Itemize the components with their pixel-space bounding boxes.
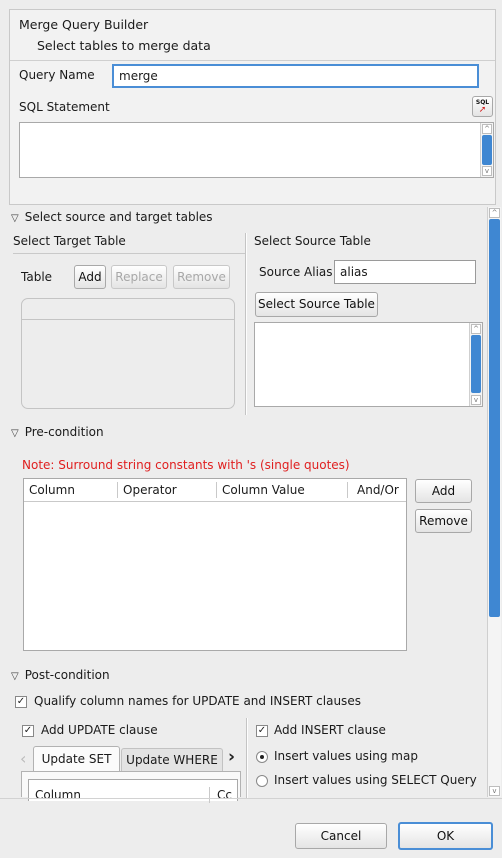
sql-textarea-scrollbar[interactable]: ^ v	[480, 123, 493, 177]
target-table-list	[21, 298, 235, 409]
precondition-remove-button[interactable]: Remove	[415, 509, 472, 533]
sql-arrow-icon: ➚	[478, 105, 487, 115]
insert-select-label: Insert values using SELECT Query	[274, 773, 477, 787]
tab-scroll-right-icon[interactable]: ›	[228, 747, 235, 767]
dialog-subtitle: Select tables to merge data	[37, 38, 211, 53]
source-scroll-thumb[interactable]	[471, 335, 481, 393]
scroll-up-icon[interactable]: ^	[482, 124, 492, 134]
precondition-table[interactable]: Column Operator Column Value And/Or	[23, 478, 407, 651]
target-replace-button[interactable]: Replace	[111, 265, 167, 289]
radio-dot	[260, 755, 264, 759]
precondition-title: Pre-condition	[24, 425, 104, 439]
header-divider	[10, 60, 495, 61]
target-add-button[interactable]: Add	[74, 265, 106, 289]
tab-update-where[interactable]: Update WHERE	[121, 748, 223, 772]
sql-statement-textarea[interactable]	[19, 122, 494, 178]
table-label: Table	[21, 270, 53, 284]
update-set-panel: Column Cc	[21, 771, 241, 803]
main-scroll-down-icon[interactable]: v	[489, 786, 500, 796]
column-separator	[117, 482, 118, 498]
target-table-label: Select Target Table	[13, 234, 126, 248]
main-scroll-up-icon[interactable]: ^	[489, 208, 500, 218]
column-separator	[209, 787, 210, 803]
insert-map-radio[interactable]	[256, 751, 268, 763]
sql-statement-label: SQL Statement	[19, 100, 110, 114]
expand-triangle-icon: ▽	[11, 428, 19, 439]
scroll-thumb[interactable]	[482, 135, 492, 165]
tab-update-where-label: Update WHERE	[126, 753, 218, 767]
tab-scroll-left-icon[interactable]: ‹	[20, 749, 26, 768]
target-table-divider	[13, 253, 245, 254]
source-table-list[interactable]	[254, 322, 483, 407]
source-list-scrollbar[interactable]: ^ v	[469, 323, 482, 406]
post-vertical-separator	[246, 718, 248, 798]
precondition-note: Note: Surround string constants with 's …	[22, 458, 350, 472]
postcondition-title: Post-condition	[24, 668, 110, 682]
query-name-input[interactable]: merge	[112, 64, 479, 88]
insert-map-label: Insert values using map	[274, 749, 418, 763]
source-table-label: Select Source Table	[254, 234, 371, 248]
operator-header: Operator	[123, 483, 177, 497]
precondition-header[interactable]: ▽ Pre-condition	[11, 425, 104, 439]
column-header: Column	[29, 483, 75, 497]
footer-divider	[0, 798, 502, 799]
main-scrollbar[interactable]: ^ v	[487, 207, 501, 797]
column-separator	[216, 482, 217, 498]
source-scroll-up-icon[interactable]: ^	[471, 324, 481, 334]
insert-select-radio[interactable]	[256, 775, 268, 787]
insert-clause-checkbox[interactable]: ✓	[256, 725, 268, 737]
source-scroll-down-icon[interactable]: v	[471, 395, 481, 405]
qualify-checkbox[interactable]: ✓	[15, 696, 27, 708]
main-scroll-thumb[interactable]	[489, 219, 500, 617]
tables-vertical-separator	[245, 233, 247, 415]
and-or-header: And/Or	[357, 483, 399, 497]
update-column-header-2: Cc	[217, 788, 232, 802]
tab-update-set[interactable]: Update SET	[33, 746, 120, 772]
column-value-header: Column Value	[222, 483, 305, 497]
cancel-button[interactable]: Cancel	[295, 823, 387, 849]
query-name-label: Query Name	[19, 68, 95, 82]
ok-button[interactable]: OK	[398, 822, 493, 850]
sql-edit-button[interactable]: SQL ➚	[472, 96, 493, 117]
insert-clause-label: Add INSERT clause	[274, 723, 386, 737]
source-alias-label: Source Alias	[259, 265, 333, 279]
source-alias-input[interactable]: alias	[334, 260, 476, 284]
precondition-add-button[interactable]: Add	[415, 479, 472, 503]
target-table-list-header	[22, 319, 234, 320]
tables-section-title: Select source and target tables	[24, 210, 213, 224]
tab-update-set-label: Update SET	[41, 752, 112, 766]
column-separator	[347, 482, 348, 498]
expand-triangle-icon: ▽	[11, 671, 19, 682]
qualify-label: Qualify column names for UPDATE and INSE…	[34, 694, 361, 708]
target-remove-button[interactable]: Remove	[173, 265, 230, 289]
update-clause-checkbox[interactable]: ✓	[22, 725, 34, 737]
postcondition-header[interactable]: ▽ Post-condition	[11, 668, 110, 682]
expand-triangle-icon: ▽	[11, 213, 19, 224]
dialog-title: Merge Query Builder	[19, 17, 149, 32]
update-clause-label: Add UPDATE clause	[41, 723, 158, 737]
select-source-table-button[interactable]: Select Source Table	[255, 292, 378, 317]
scroll-down-icon[interactable]: v	[482, 166, 492, 176]
update-column-header: Column	[35, 788, 81, 802]
precondition-table-header: Column Operator Column Value And/Or	[24, 479, 406, 502]
tables-section-header[interactable]: ▽ Select source and target tables	[11, 210, 213, 224]
